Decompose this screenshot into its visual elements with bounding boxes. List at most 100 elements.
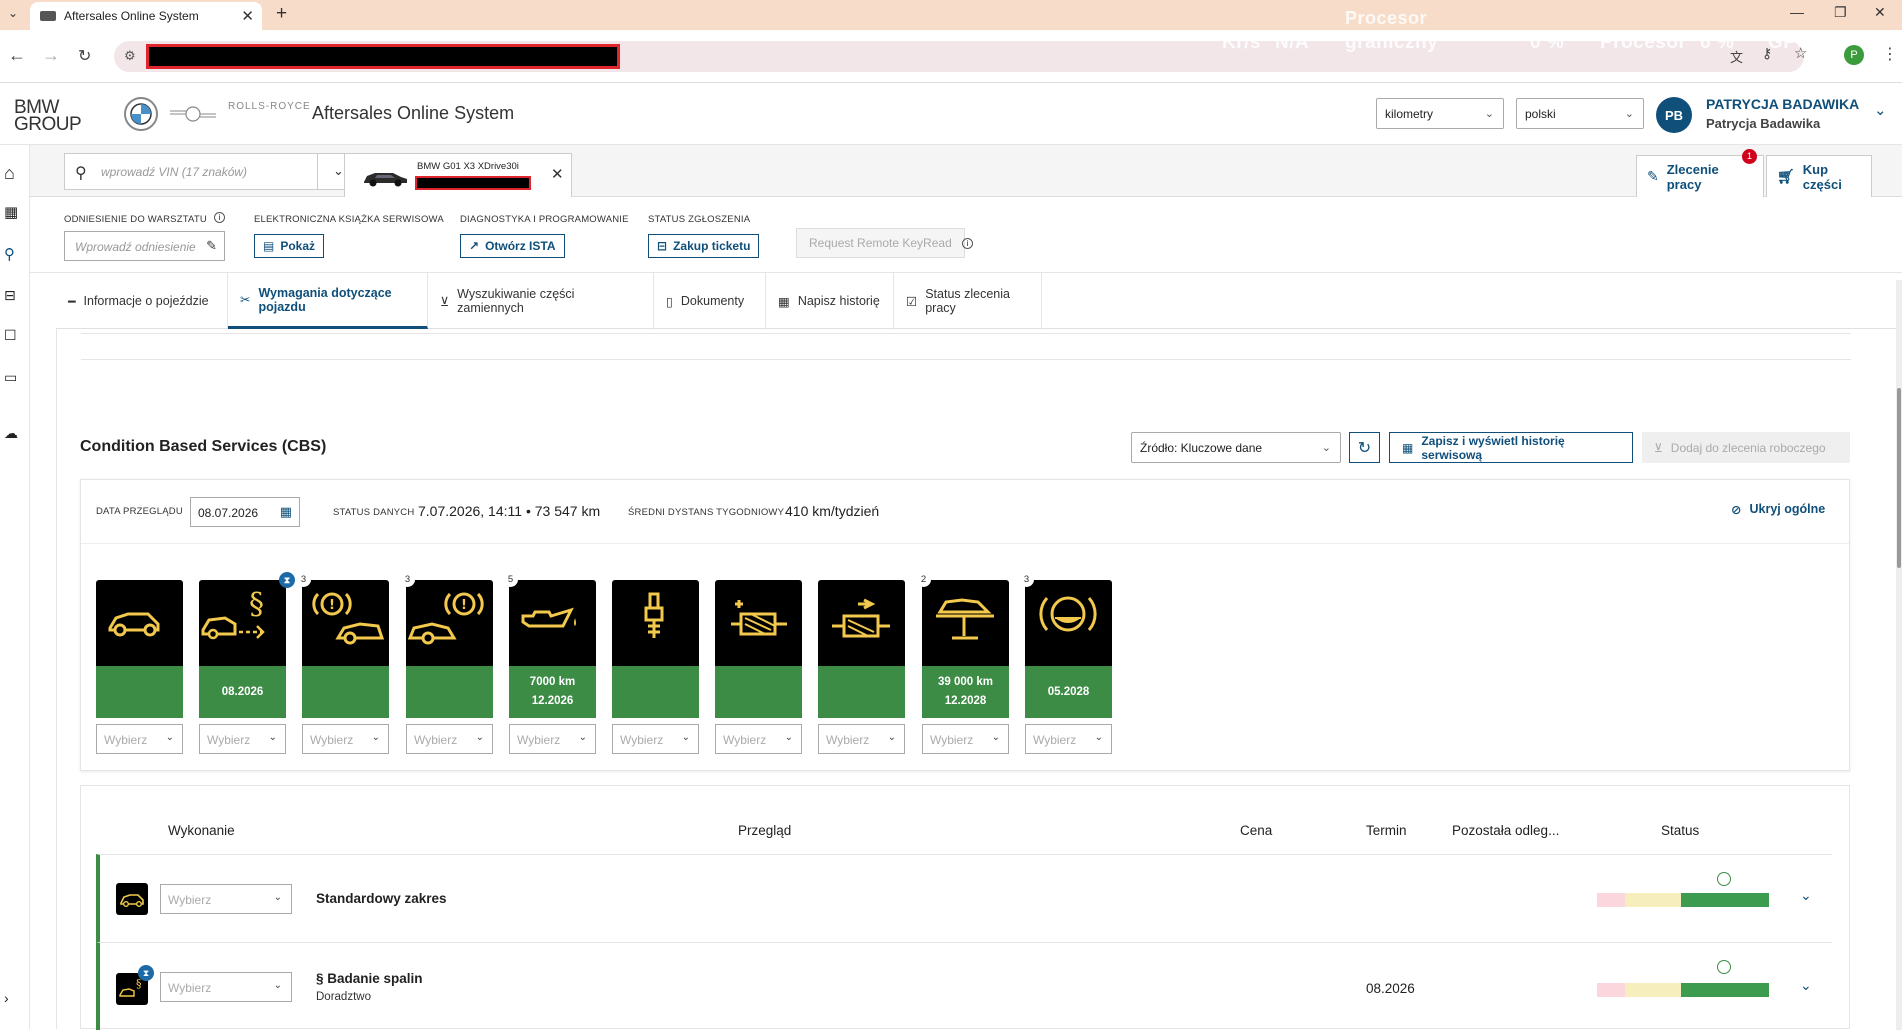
close-window-icon[interactable]: ✕	[1874, 4, 1886, 21]
cbs-execution-select[interactable]: Wybierz ⌄	[199, 724, 286, 754]
book-icon[interactable]: ▭	[4, 369, 24, 389]
translate-icon[interactable]: 文	[1730, 47, 1743, 66]
cbs-execution-select[interactable]: Wybierz ⌄	[302, 724, 389, 754]
work-order-label: Zlecenie pracy	[1666, 161, 1719, 192]
cbs-tile[interactable]: 7000 km 12.2026 5	[503, 572, 596, 718]
units-select[interactable]: kilometry ⌄	[1376, 98, 1504, 129]
maximize-icon[interactable]: ❐	[1834, 4, 1847, 21]
workshop-ref-placeholder: Wprowadź odniesienie	[75, 240, 196, 254]
svg-text:!: !	[461, 598, 467, 613]
review-date-input[interactable]: 08.07.2026 ▦	[190, 497, 300, 527]
cbs-tile[interactable]: § 08.2026 ⧗	[199, 572, 295, 718]
bookmark-star-icon[interactable]: ☆	[1794, 44, 1807, 62]
tab-work-order-status[interactable]: ☑ Status zlecenia pracy	[894, 273, 1042, 329]
cbs-execution-select[interactable]: Wybierz ⌄	[818, 724, 905, 754]
cbs-execution-select[interactable]: Wybierz ⌄	[406, 724, 493, 754]
cbs-tile[interactable]: ! 3	[400, 572, 493, 718]
chevron-down-icon: ⌄	[273, 892, 282, 903]
cbs-tile[interactable]: ! 3	[296, 572, 389, 718]
cbs-tile[interactable]: 39 000 km 12.2028 2	[916, 572, 1009, 718]
buy-parts-label: Kup części	[1802, 161, 1842, 192]
close-vehicle-icon[interactable]: ✕	[551, 165, 564, 183]
cbs-tile[interactable]	[612, 580, 699, 718]
cbs-execution-select[interactable]: Wybierz ⌄	[612, 724, 699, 754]
grid-icon[interactable]: ▦	[4, 203, 24, 223]
language-select[interactable]: polski ⌄	[1516, 98, 1644, 129]
cbs-execution-select[interactable]: Wybierz ⌄	[715, 724, 802, 754]
show-service-book-button[interactable]: ▤ Pokaż	[254, 234, 325, 258]
cbs-execution-select-value: Wybierz	[414, 733, 458, 747]
execution-select[interactable]: Wybierz ⌄	[160, 884, 292, 914]
close-tab-icon[interactable]: ✕	[241, 7, 254, 25]
user-menu-chevron-icon[interactable]: ⌄	[1874, 101, 1887, 119]
tab-list-icon[interactable]: ⌄	[8, 6, 18, 20]
expand-row-icon[interactable]: ⌄	[1800, 977, 1812, 994]
site-settings-icon[interactable]: ⚙	[124, 48, 136, 64]
calendar-icon[interactable]: ▦	[280, 504, 292, 520]
cbs-execution-select[interactable]: Wybierz ⌄	[96, 724, 183, 754]
workshop-ref-input[interactable]: Wprowadź odniesienie ✎	[64, 231, 225, 261]
minimize-icon[interactable]: —	[1790, 4, 1804, 20]
expand-rail-icon[interactable]: ›	[4, 990, 24, 1010]
ticket-icon[interactable]: ⊟	[4, 287, 24, 307]
tab-label: Wymagania dotyczące pojazdu	[258, 285, 392, 314]
hourglass-badge-icon: ⧗	[279, 572, 295, 588]
cbs-execution-select[interactable]: Wybierz ⌄	[922, 724, 1009, 754]
cbs-tile[interactable]	[818, 580, 905, 718]
password-key-icon[interactable]: ⚷	[1762, 45, 1772, 62]
table-row[interactable]: Wybierz ⌄ Standardowy zakres ⌄	[96, 854, 1832, 942]
browser-menu-icon[interactable]: ⋮	[1882, 44, 1898, 64]
cbs-tile[interactable]: 05.2028 3	[1019, 572, 1112, 718]
chat-icon[interactable]: ☐	[4, 327, 24, 347]
tab-label: Status zlecenia pracy	[925, 287, 1010, 315]
vin-search-box[interactable]: ⚲ wprowadź VIN (17 znaków) ⌄	[64, 153, 366, 190]
cloud-icon[interactable]: ☁	[4, 425, 24, 445]
reload-icon[interactable]: ↻	[78, 46, 91, 66]
search-icon[interactable]: ⚲	[4, 245, 24, 265]
vehicle-tab[interactable]: BMW G01 X3 XDrive30i ✕	[344, 153, 572, 197]
vin-input[interactable]: wprowadź VIN (17 znaków)	[101, 165, 247, 179]
tab-parts-search[interactable]: ⊻ Wyszukiwanie części zamiennych	[428, 273, 654, 329]
scrollbar-thumb[interactable]	[1897, 388, 1901, 568]
home-icon[interactable]: ⌂	[4, 163, 24, 183]
vin-history-chevron-icon[interactable]: ⌄	[333, 163, 344, 179]
expand-row-icon[interactable]: ⌄	[1800, 887, 1812, 904]
browser-tab[interactable]: Aftersales Online System ✕	[30, 2, 262, 30]
row-title: § Badanie spalin	[316, 971, 423, 986]
hide-general-button[interactable]: ⊘ Ukryj ogólne	[1731, 502, 1825, 517]
add-to-work-order-button[interactable]: ⊻ Dodaj do zlecenia roboczego	[1642, 432, 1850, 463]
user-avatar[interactable]: PB	[1656, 97, 1692, 133]
chevron-down-icon: ⌄	[475, 732, 484, 743]
bmw-group-logo[interactable]: BMW GROUP	[14, 98, 82, 134]
user-name: Patrycja Badawika	[1706, 116, 1821, 131]
cbs-tile[interactable]	[715, 580, 802, 718]
vehicle-thumbnail-icon	[361, 168, 409, 188]
tab-write-history[interactable]: ▦ Napisz historię	[766, 273, 894, 329]
buy-ticket-button[interactable]: ⊟ Zakup ticketu	[648, 234, 760, 258]
new-tab-button[interactable]: +	[276, 3, 287, 25]
remote-keyread-button[interactable]: Request Remote KeyRead	[796, 228, 965, 258]
tab-documents[interactable]: ▯ Dokumenty	[654, 273, 766, 329]
profile-avatar[interactable]: P	[1844, 45, 1864, 65]
buy-parts-button[interactable]: 🛒︎ Kup części	[1766, 155, 1872, 197]
spark-plug-icon	[612, 580, 699, 666]
back-icon[interactable]: ←	[8, 45, 26, 66]
source-select[interactable]: Źródło: Kluczowe dane ⌄	[1131, 432, 1341, 463]
chevron-down-icon: ⌄	[1484, 108, 1494, 120]
cbs-execution-select[interactable]: Wybierz ⌄	[1025, 724, 1112, 754]
cbs-execution-select[interactable]: Wybierz ⌄	[509, 724, 596, 754]
info-icon[interactable]: i	[962, 238, 973, 249]
cbs-tile[interactable]	[96, 580, 183, 718]
save-history-button[interactable]: ▦ Zapisz i wyświetl historię serwisową	[1389, 432, 1633, 463]
execution-select[interactable]: Wybierz ⌄	[160, 972, 292, 1002]
tab-vehicle-info[interactable]: ━ Informacje o pojeździe	[56, 273, 228, 329]
data-status-value: 7.07.2026, 14:11 • 73 547 km	[418, 503, 601, 519]
refresh-button[interactable]: ↻	[1349, 432, 1380, 463]
open-ista-button[interactable]: ↗ Otwórz ISTA	[460, 234, 565, 258]
tab-vehicle-requirements[interactable]: ✂ Wymagania dotyczące pojazdu	[228, 273, 428, 329]
user-name-upper[interactable]: PATRYCJA BADAWIKA	[1706, 96, 1859, 112]
row-title: Standardowy zakres	[316, 891, 447, 906]
table-row[interactable]: § ⧗ Wybierz ⌄ § Badanie spalin Doradztwo …	[96, 942, 1832, 1030]
forward-icon[interactable]: →	[42, 45, 60, 66]
info-icon[interactable]: i	[214, 212, 225, 223]
